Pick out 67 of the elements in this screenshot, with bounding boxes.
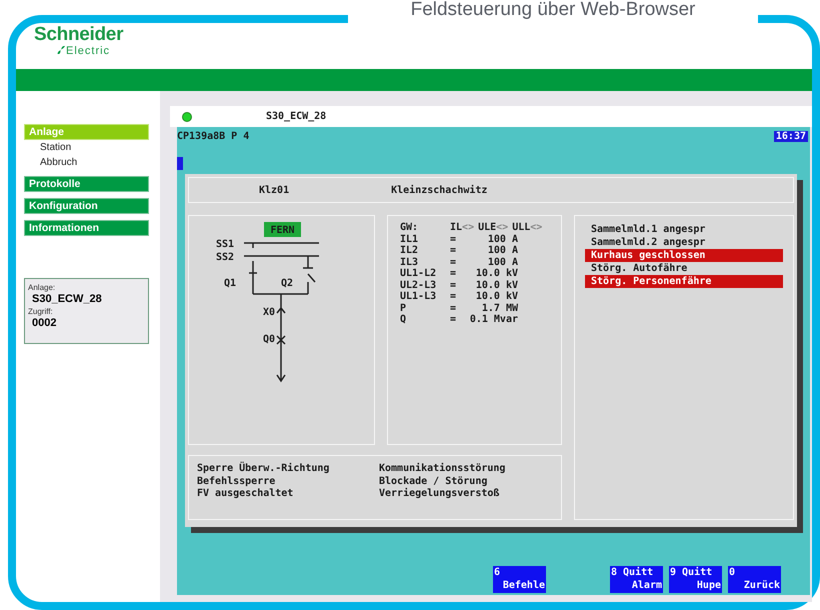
access-field[interactable]: 0002 bbox=[28, 316, 56, 331]
function-key[interactable]: 6 Befehle bbox=[493, 566, 546, 593]
status-text: Blockade / Störung bbox=[379, 476, 488, 488]
equals-sign: = bbox=[450, 302, 458, 314]
equals-sign: = bbox=[450, 234, 458, 245]
measure-value: 100 A bbox=[486, 234, 519, 245]
measure-name: UL1-L3 bbox=[400, 291, 438, 302]
measure-name: IL1 bbox=[400, 234, 420, 245]
measure-value: 10.0 kV bbox=[474, 291, 519, 302]
measure-name: IL2 bbox=[400, 245, 420, 256]
switch-label: Q0 bbox=[263, 334, 276, 345]
info-label: Zugriff: bbox=[28, 307, 53, 316]
page-id: CP139a8B P 4 bbox=[177, 130, 250, 142]
measure-value: 10.0 kV bbox=[474, 280, 519, 291]
nav-item[interactable]: Konfiguration bbox=[24, 198, 149, 214]
equals-sign: = bbox=[450, 245, 458, 256]
mode-badge: FERN bbox=[264, 222, 301, 237]
equals-sign: = bbox=[450, 256, 458, 268]
station-name: S30_ECW_28 bbox=[266, 111, 326, 122]
measure-name: IL3 bbox=[400, 256, 420, 268]
measure-value: 10.0 kV bbox=[474, 268, 519, 280]
alarm-entry: Kurhaus geschlossen bbox=[585, 249, 783, 262]
logo: Schneider Electric bbox=[34, 25, 124, 57]
measure-name: UL2-L3 bbox=[400, 280, 438, 291]
station-title: Kleinzschachwitz bbox=[391, 184, 488, 196]
nav-subitem[interactable]: Station bbox=[24, 140, 160, 155]
busbar-label: SS1 bbox=[216, 239, 234, 250]
measure-value: 100 A bbox=[486, 245, 519, 256]
function-key[interactable]: 9 Quitt Hupe bbox=[669, 566, 722, 593]
alarm-entry: Sammelmld.1 angespr bbox=[590, 223, 706, 236]
measure-label: ULE bbox=[478, 222, 496, 234]
info-label: Anlage: bbox=[28, 283, 56, 292]
status-text: FV ausgeschaltet bbox=[197, 488, 294, 500]
measure-value: 100 A bbox=[486, 256, 519, 268]
info-value: S30_ECW_28 bbox=[31, 292, 102, 307]
switch-label: Q2 bbox=[281, 278, 294, 289]
nav-item[interactable]: Protokolle bbox=[24, 176, 149, 192]
function-key[interactable]: 0 Zurück bbox=[728, 566, 781, 593]
switch-label: X0 bbox=[263, 307, 276, 318]
measure-label: ULL bbox=[512, 222, 530, 234]
switch-label: Q1 bbox=[224, 278, 236, 289]
measure-name: UL1-L2 bbox=[400, 268, 438, 280]
cursor bbox=[177, 157, 183, 170]
clock: 16:37 bbox=[774, 130, 808, 142]
measure-value: 1.7 MW bbox=[480, 302, 519, 314]
measure-value: 0.1 Mvar bbox=[468, 314, 519, 326]
status-text: Befehlssperre bbox=[197, 476, 276, 488]
busbar-label: SS2 bbox=[216, 252, 234, 263]
status-text: Sperre Überw.-Richtung bbox=[197, 463, 330, 476]
alarm-entry: Störg. Personenfähre bbox=[585, 275, 783, 288]
equals-sign: = bbox=[450, 280, 458, 291]
station-code: Klz01 bbox=[259, 184, 290, 196]
alarm-entry: Sammelmld.2 angespr bbox=[590, 236, 706, 249]
measure-label: IL bbox=[450, 222, 462, 234]
alarm-entry: Störg. Autofähre bbox=[590, 262, 688, 275]
function-key[interactable]: 8 Quitt Alarm bbox=[610, 566, 663, 593]
measure-name: Q bbox=[400, 314, 408, 326]
nav-subitem[interactable]: Abbruch bbox=[24, 155, 160, 170]
nav-item[interactable]: Informationen bbox=[24, 220, 149, 236]
equals-sign: = bbox=[450, 268, 458, 280]
status-text: Verriegelungsverstoß bbox=[379, 488, 500, 500]
measure-label: GW: bbox=[400, 222, 420, 234]
equals-sign: = bbox=[450, 314, 458, 326]
status-text: Kommunikationsstörung bbox=[379, 463, 506, 476]
equals-sign: = bbox=[450, 291, 458, 302]
measure-name: P bbox=[400, 302, 408, 314]
slide-title: Feldsteuerung über Web-Browser bbox=[348, 1, 758, 23]
